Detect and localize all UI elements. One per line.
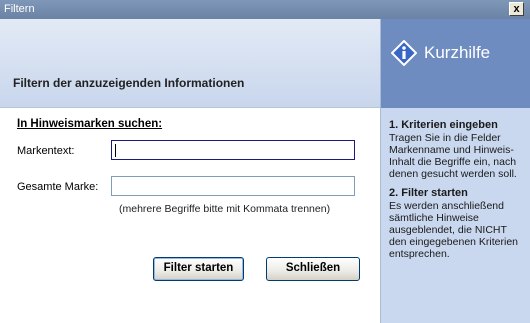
whole-marker-label: Gesamte Marke: — [17, 181, 99, 193]
help-title: Kurzhilfe — [424, 43, 491, 62]
input-hint: (mehrere Begriffe bitte mit Kommata tren… — [119, 203, 331, 215]
step2-text: Es werden anschließend sämtliche Hinweis… — [389, 200, 519, 260]
close-button[interactable]: Schließen — [266, 257, 360, 281]
marker-text-label: Markentext: — [17, 145, 75, 157]
help-content: 1. Kriterien eingeben Tragen Sie in die … — [389, 119, 527, 267]
window-title: Filtern — [4, 3, 35, 15]
section-title: In Hinweismarken suchen: — [17, 118, 163, 130]
info-icon — [391, 40, 417, 66]
marker-text-input[interactable] — [111, 140, 355, 160]
step1-title: 1. Kriterien eingeben — [389, 119, 498, 131]
whole-marker-input[interactable] — [111, 176, 355, 196]
dialog-header: Filtern der anzuzeigenden Informationen — [0, 19, 380, 108]
help-sidebar: Kurzhilfe 1. Kriterien eingeben Tragen S… — [380, 19, 530, 323]
filter-start-button[interactable]: Filter starten — [153, 257, 244, 281]
step1-text: Tragen Sie in die Felder Markenname und … — [389, 132, 517, 180]
text-caret — [115, 144, 116, 157]
title-bar: Filtern x — [0, 0, 530, 19]
step2-title: 2. Filter starten — [389, 187, 468, 199]
close-window-button[interactable]: x — [509, 2, 524, 16]
help-header: Kurzhilfe — [381, 19, 530, 108]
header-title: Filtern der anzuzeigenden Informationen — [13, 76, 245, 90]
